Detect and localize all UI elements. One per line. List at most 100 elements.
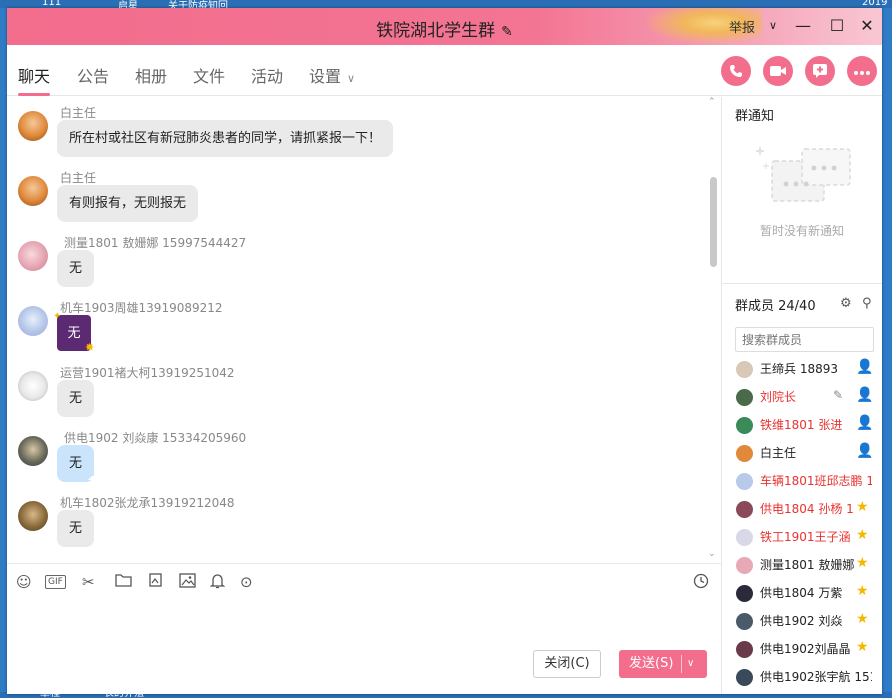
member-search-input[interactable]: [735, 327, 874, 352]
message-bubble[interactable]: 无: [57, 510, 95, 547]
admin-star-icon: ★: [856, 555, 869, 571]
chevron-down-icon[interactable]: ∨: [687, 650, 694, 678]
member-item[interactable]: 供电1804 万紫 ★: [722, 579, 882, 607]
message-sender[interactable]: 白主任: [60, 169, 96, 186]
member-item[interactable]: 王缔兵 18893 👤: [722, 355, 882, 383]
bell-icon[interactable]: [209, 573, 226, 591]
member-item[interactable]: 供电1902 刘焱 ★: [722, 607, 882, 635]
avatar: [736, 389, 753, 406]
group-notice-title: 群通知: [735, 109, 775, 124]
avatar[interactable]: [18, 371, 48, 401]
member-name: 供电1902 刘焱: [760, 614, 843, 628]
message-input-area[interactable]: 关闭(C) 发送(S) ∨: [7, 599, 721, 694]
member-name: 测量1801 敖姗娜: [760, 558, 854, 572]
video-call-icon: [770, 66, 786, 76]
edit-icon[interactable]: ✎: [501, 24, 513, 40]
more-icon: [854, 71, 870, 75]
report-menu[interactable]: 举报: [729, 17, 755, 36]
voice-call-button[interactable]: [721, 56, 751, 86]
desktop-label: 2019: [862, 0, 888, 8]
history-clock-icon[interactable]: [693, 573, 709, 591]
avatar: [736, 473, 753, 490]
more-circle-icon[interactable]: ⊙: [240, 573, 253, 591]
member-settings-icon[interactable]: ⚙: [840, 296, 852, 311]
owner-badge-icon: 👤: [856, 443, 874, 459]
member-name: 供电1902刘晶晶: [760, 642, 851, 656]
folder-icon[interactable]: [115, 573, 132, 591]
edit-icon[interactable]: ✎: [833, 388, 843, 402]
avatar: [736, 613, 753, 630]
avatar[interactable]: [18, 501, 48, 531]
close-button[interactable]: 关闭(C): [533, 650, 601, 678]
chevron-down-icon[interactable]: ∨: [761, 14, 785, 38]
avatar[interactable]: [18, 176, 48, 206]
desktop-label: 章程: [40, 688, 60, 698]
image-shape: [179, 573, 196, 588]
chat-scrollbar-thumb[interactable]: [710, 177, 717, 267]
chevron-down-icon[interactable]: ⌄: [708, 549, 716, 559]
image-gallery-icon[interactable]: [147, 573, 164, 591]
owner-badge-icon: 👤: [856, 415, 874, 431]
scissors-icon[interactable]: ✂: [82, 573, 95, 591]
member-item[interactable]: 供电1902刘晶晶 ★: [722, 635, 882, 663]
message-sender[interactable]: 测量1801 敖姗娜 15997544427: [64, 234, 246, 251]
chat-scrollbar[interactable]: [707, 97, 721, 563]
admin-star-icon: ★: [856, 611, 869, 627]
message-sender[interactable]: 机车1802张龙承13919212048: [60, 494, 235, 511]
title-bar[interactable]: 铁院湖北学生群 ✎ 举报 ∨ — ☐ ✕: [7, 8, 882, 45]
avatar[interactable]: [18, 306, 48, 336]
tab-announcement[interactable]: 公告: [77, 63, 109, 87]
tab-chat[interactable]: 聊天: [18, 63, 50, 87]
desktop-right-strip: [882, 8, 892, 698]
member-item[interactable]: 白主任 👤: [722, 439, 882, 467]
message-sender[interactable]: 运营1901褚大柯13919251042: [60, 364, 235, 381]
avatar: [736, 585, 753, 602]
member-name: 供电1804 万紫: [760, 586, 843, 600]
member-item[interactable]: 铁工1901王子涵 ★: [722, 523, 882, 551]
close-icon[interactable]: ✕: [855, 14, 879, 38]
tab-settings[interactable]: 设置 ∨: [309, 63, 355, 87]
desktop-label: 长的养殖: [104, 688, 144, 698]
admin-star-icon: ★: [856, 583, 869, 599]
member-item[interactable]: 供电1902张宇航 151: [722, 663, 882, 691]
maximize-icon[interactable]: ☐: [825, 14, 849, 38]
message-bubble[interactable]: 无: [57, 250, 95, 287]
admin-star-icon: ★: [856, 499, 869, 515]
tab-settings-label: 设置: [309, 67, 342, 86]
chat-message-list[interactable]: 白主任 所在村或社区有新冠肺炎患者的同学，请抓紧报一下！ 白主任 有则报有，无则…: [7, 97, 721, 563]
avatar: [736, 417, 753, 434]
minimize-icon[interactable]: —: [791, 14, 815, 38]
tab-album[interactable]: 相册: [135, 63, 167, 87]
collapse-up-icon[interactable]: ⌃: [708, 97, 716, 107]
image-icon[interactable]: [179, 573, 196, 591]
message-bubble[interactable]: 无: [57, 380, 95, 417]
message-bubble[interactable]: 有则报有，无则报无: [57, 185, 199, 222]
video-call-button[interactable]: [763, 56, 793, 86]
member-item[interactable]: 供电1804 孙杨 1 ★: [722, 495, 882, 523]
send-button[interactable]: 发送(S) ∨: [619, 650, 707, 678]
member-item[interactable]: 铁维1801 张进 👤: [722, 411, 882, 439]
message-sender[interactable]: 白主任: [60, 104, 96, 121]
member-item[interactable]: 车辆1801班邱志鹏 1: [722, 467, 882, 495]
avatar[interactable]: [18, 111, 48, 141]
message-bubble[interactable]: 所在村或社区有新冠肺炎患者的同学，请抓紧报一下！: [57, 120, 394, 157]
tab-bar: 聊天 公告 相册 文件 活动 设置 ∨: [7, 45, 882, 96]
emoji-icon[interactable]: ☺: [16, 573, 32, 591]
desktop-label: 111: [42, 0, 62, 8]
member-name: 王缔兵 18893: [760, 362, 838, 376]
more-options-button[interactable]: [847, 56, 877, 86]
avatar[interactable]: [18, 436, 48, 466]
bell-shape: [209, 574, 226, 589]
member-item[interactable]: 刘院长 ✎ 👤: [722, 383, 882, 411]
add-app-button[interactable]: [805, 56, 835, 86]
tab-files[interactable]: 文件: [193, 63, 225, 87]
search-icon[interactable]: ⚲: [862, 296, 872, 311]
tab-activity[interactable]: 活动: [251, 63, 283, 87]
add-app-icon: [813, 64, 827, 78]
gif-icon[interactable]: GIF: [45, 575, 66, 589]
member-item[interactable]: 测量1801 敖姗娜 ★: [722, 551, 882, 579]
avatar[interactable]: [18, 241, 48, 271]
group-name: 铁院湖北学生群: [376, 21, 496, 41]
message-sender[interactable]: 供电1902 刘焱康 15334205960: [64, 429, 246, 446]
message-sender[interactable]: 机车1903周雄13919089212: [60, 299, 223, 316]
